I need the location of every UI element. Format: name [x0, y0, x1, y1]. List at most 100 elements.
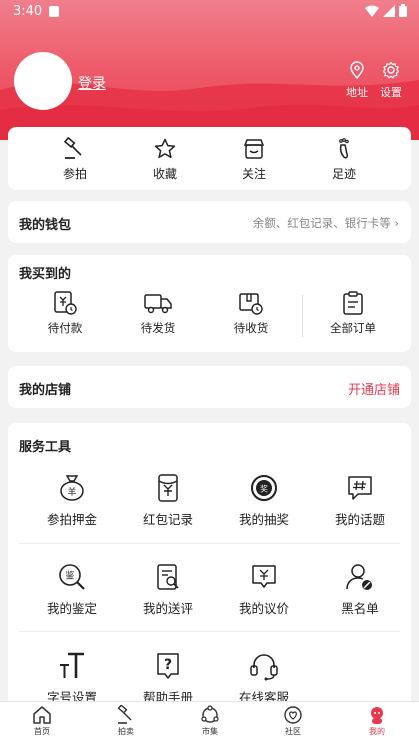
tool-label: 我的话题	[334, 512, 385, 527]
quick-label: 收藏	[152, 167, 177, 181]
quick-favorites[interactable]: 收藏	[135, 137, 195, 182]
market-icon	[201, 705, 219, 723]
address-label: 地址	[346, 86, 368, 99]
red-packet-icon	[158, 474, 178, 502]
shop-title: 我的店铺	[19, 383, 72, 398]
tab-label: 首页	[34, 727, 50, 736]
tool-appraisal[interactable]: 鉴 我的鉴定	[26, 562, 118, 617]
order-pending-shipment[interactable]: 待发货	[123, 290, 193, 336]
system-icons	[365, 4, 407, 17]
order-pending-payment[interactable]: 待付款	[30, 290, 100, 336]
signal-icon	[383, 4, 395, 17]
tool-label: 我的鉴定	[46, 601, 97, 616]
tools-divider	[19, 631, 400, 632]
svg-text:羊: 羊	[67, 486, 76, 498]
gavel-icon	[63, 137, 82, 159]
wallet-hint: 余额、红包记录、银行卡等 ›	[252, 216, 399, 230]
tools-divider	[19, 543, 400, 544]
quick-label: 足迹	[331, 167, 356, 181]
home-icon	[33, 706, 51, 724]
status-bar: 3:40	[0, 0, 419, 24]
package-icon	[239, 293, 263, 315]
battery-icon	[399, 4, 407, 17]
truck-icon	[144, 294, 172, 314]
payment-pending-icon	[54, 291, 77, 315]
order-label: 待收货	[233, 321, 269, 335]
appraisal-search-icon: 鉴	[59, 564, 85, 590]
settings-label: 设置	[380, 86, 402, 99]
settings-button[interactable]: 设置	[376, 61, 406, 100]
wallet-row[interactable]: 我的钱包 余额、红包记录、银行卡等 ›	[8, 201, 411, 243]
tool-help[interactable]: ? 帮助手册	[122, 651, 214, 706]
tool-label: 参拍押金	[46, 512, 97, 527]
svg-text:鉴: 鉴	[65, 570, 74, 582]
tool-label: 我的送评	[142, 601, 193, 616]
orders-card: 我买到的 待付款 待发货 待收货 全部订单	[8, 255, 411, 352]
order-label: 待付款	[47, 321, 83, 335]
tool-bid-deposit[interactable]: 羊 参拍押金	[26, 473, 118, 528]
avatar[interactable]	[14, 52, 72, 110]
tab-label: 市集	[202, 727, 218, 736]
money-bag-icon: 羊	[60, 475, 84, 501]
tool-label: 红包记录	[142, 512, 193, 527]
bargain-chat-icon	[252, 565, 276, 588]
headset-icon	[250, 654, 278, 681]
quick-label: 关注	[241, 167, 266, 181]
order-label: 全部订单	[330, 321, 376, 335]
tab-label: 社区	[285, 727, 301, 736]
bottom-tab-bar: 首页 拍卖 市集 社区 我的	[0, 701, 419, 744]
tool-label: 黑名单	[341, 601, 379, 616]
help-book-icon: ?	[157, 653, 179, 679]
tab-market[interactable]: 市集	[180, 705, 240, 737]
svg-text:奖: 奖	[260, 484, 268, 494]
tool-label: 我的议价	[238, 601, 289, 616]
status-time: 3:40	[13, 4, 43, 19]
notification-icon	[49, 6, 59, 17]
tools-title: 服务工具	[19, 440, 72, 455]
tool-bargain[interactable]: 我的议价	[218, 562, 310, 617]
quick-label: 参拍	[62, 167, 87, 181]
svg-text:?: ?	[164, 657, 172, 673]
quick-actions-card: 参拍 收藏 关注 足迹	[8, 127, 411, 190]
tab-mine[interactable]: 我的	[347, 705, 407, 737]
quick-bidding[interactable]: 参拍	[45, 137, 105, 182]
topic-hash-icon	[348, 476, 372, 500]
tool-label: 我的抽奖	[238, 512, 289, 527]
open-shop-link[interactable]: 开通店铺	[348, 379, 400, 398]
address-button[interactable]: 地址	[342, 61, 372, 100]
login-link[interactable]: 登录	[78, 73, 106, 93]
tab-label: 拍卖	[118, 727, 134, 736]
gear-icon	[382, 61, 400, 79]
tool-send-review[interactable]: 我的送评	[122, 562, 214, 617]
tool-topics[interactable]: 我的话题	[314, 473, 406, 528]
profile-icon	[371, 707, 383, 724]
tab-label: 我的	[369, 727, 385, 736]
tab-auction[interactable]: 拍卖	[96, 705, 156, 737]
tab-home[interactable]: 首页	[12, 705, 72, 737]
order-pending-receipt[interactable]: 待收货	[216, 290, 286, 336]
order-all[interactable]: 全部订单	[318, 290, 388, 336]
gavel-icon	[117, 705, 132, 724]
shop-icon	[243, 139, 265, 159]
tool-customer-service[interactable]: 在线客服	[218, 651, 310, 706]
blocked-user-icon	[346, 564, 372, 590]
tool-red-packet[interactable]: 红包记录	[122, 473, 214, 528]
quick-follow[interactable]: 关注	[224, 137, 284, 182]
wifi-icon	[365, 5, 379, 17]
tool-blacklist[interactable]: 黑名单	[314, 562, 406, 617]
orders-title: 我买到的	[19, 267, 72, 282]
review-document-icon	[157, 564, 179, 590]
font-size-icon	[60, 652, 84, 678]
lottery-wheel-icon: 奖	[251, 475, 277, 501]
orders-divider	[302, 295, 303, 337]
tab-community[interactable]: 社区	[263, 705, 323, 737]
wallet-title: 我的钱包	[19, 218, 72, 233]
tool-lottery[interactable]: 奖 我的抽奖	[218, 473, 310, 528]
location-pin-icon	[350, 61, 364, 79]
service-tools-card: 服务工具 羊 参拍押金 红包记录 奖 我的抽奖 我的话题 鉴 我的鉴定 我的送评…	[8, 423, 411, 723]
quick-footprint[interactable]: 足迹	[314, 137, 374, 182]
tool-font-size[interactable]: 字号设置	[26, 651, 118, 706]
shop-row: 我的店铺 开通店铺	[8, 366, 411, 408]
footprint-icon	[339, 138, 349, 159]
clipboard-icon	[343, 291, 363, 315]
